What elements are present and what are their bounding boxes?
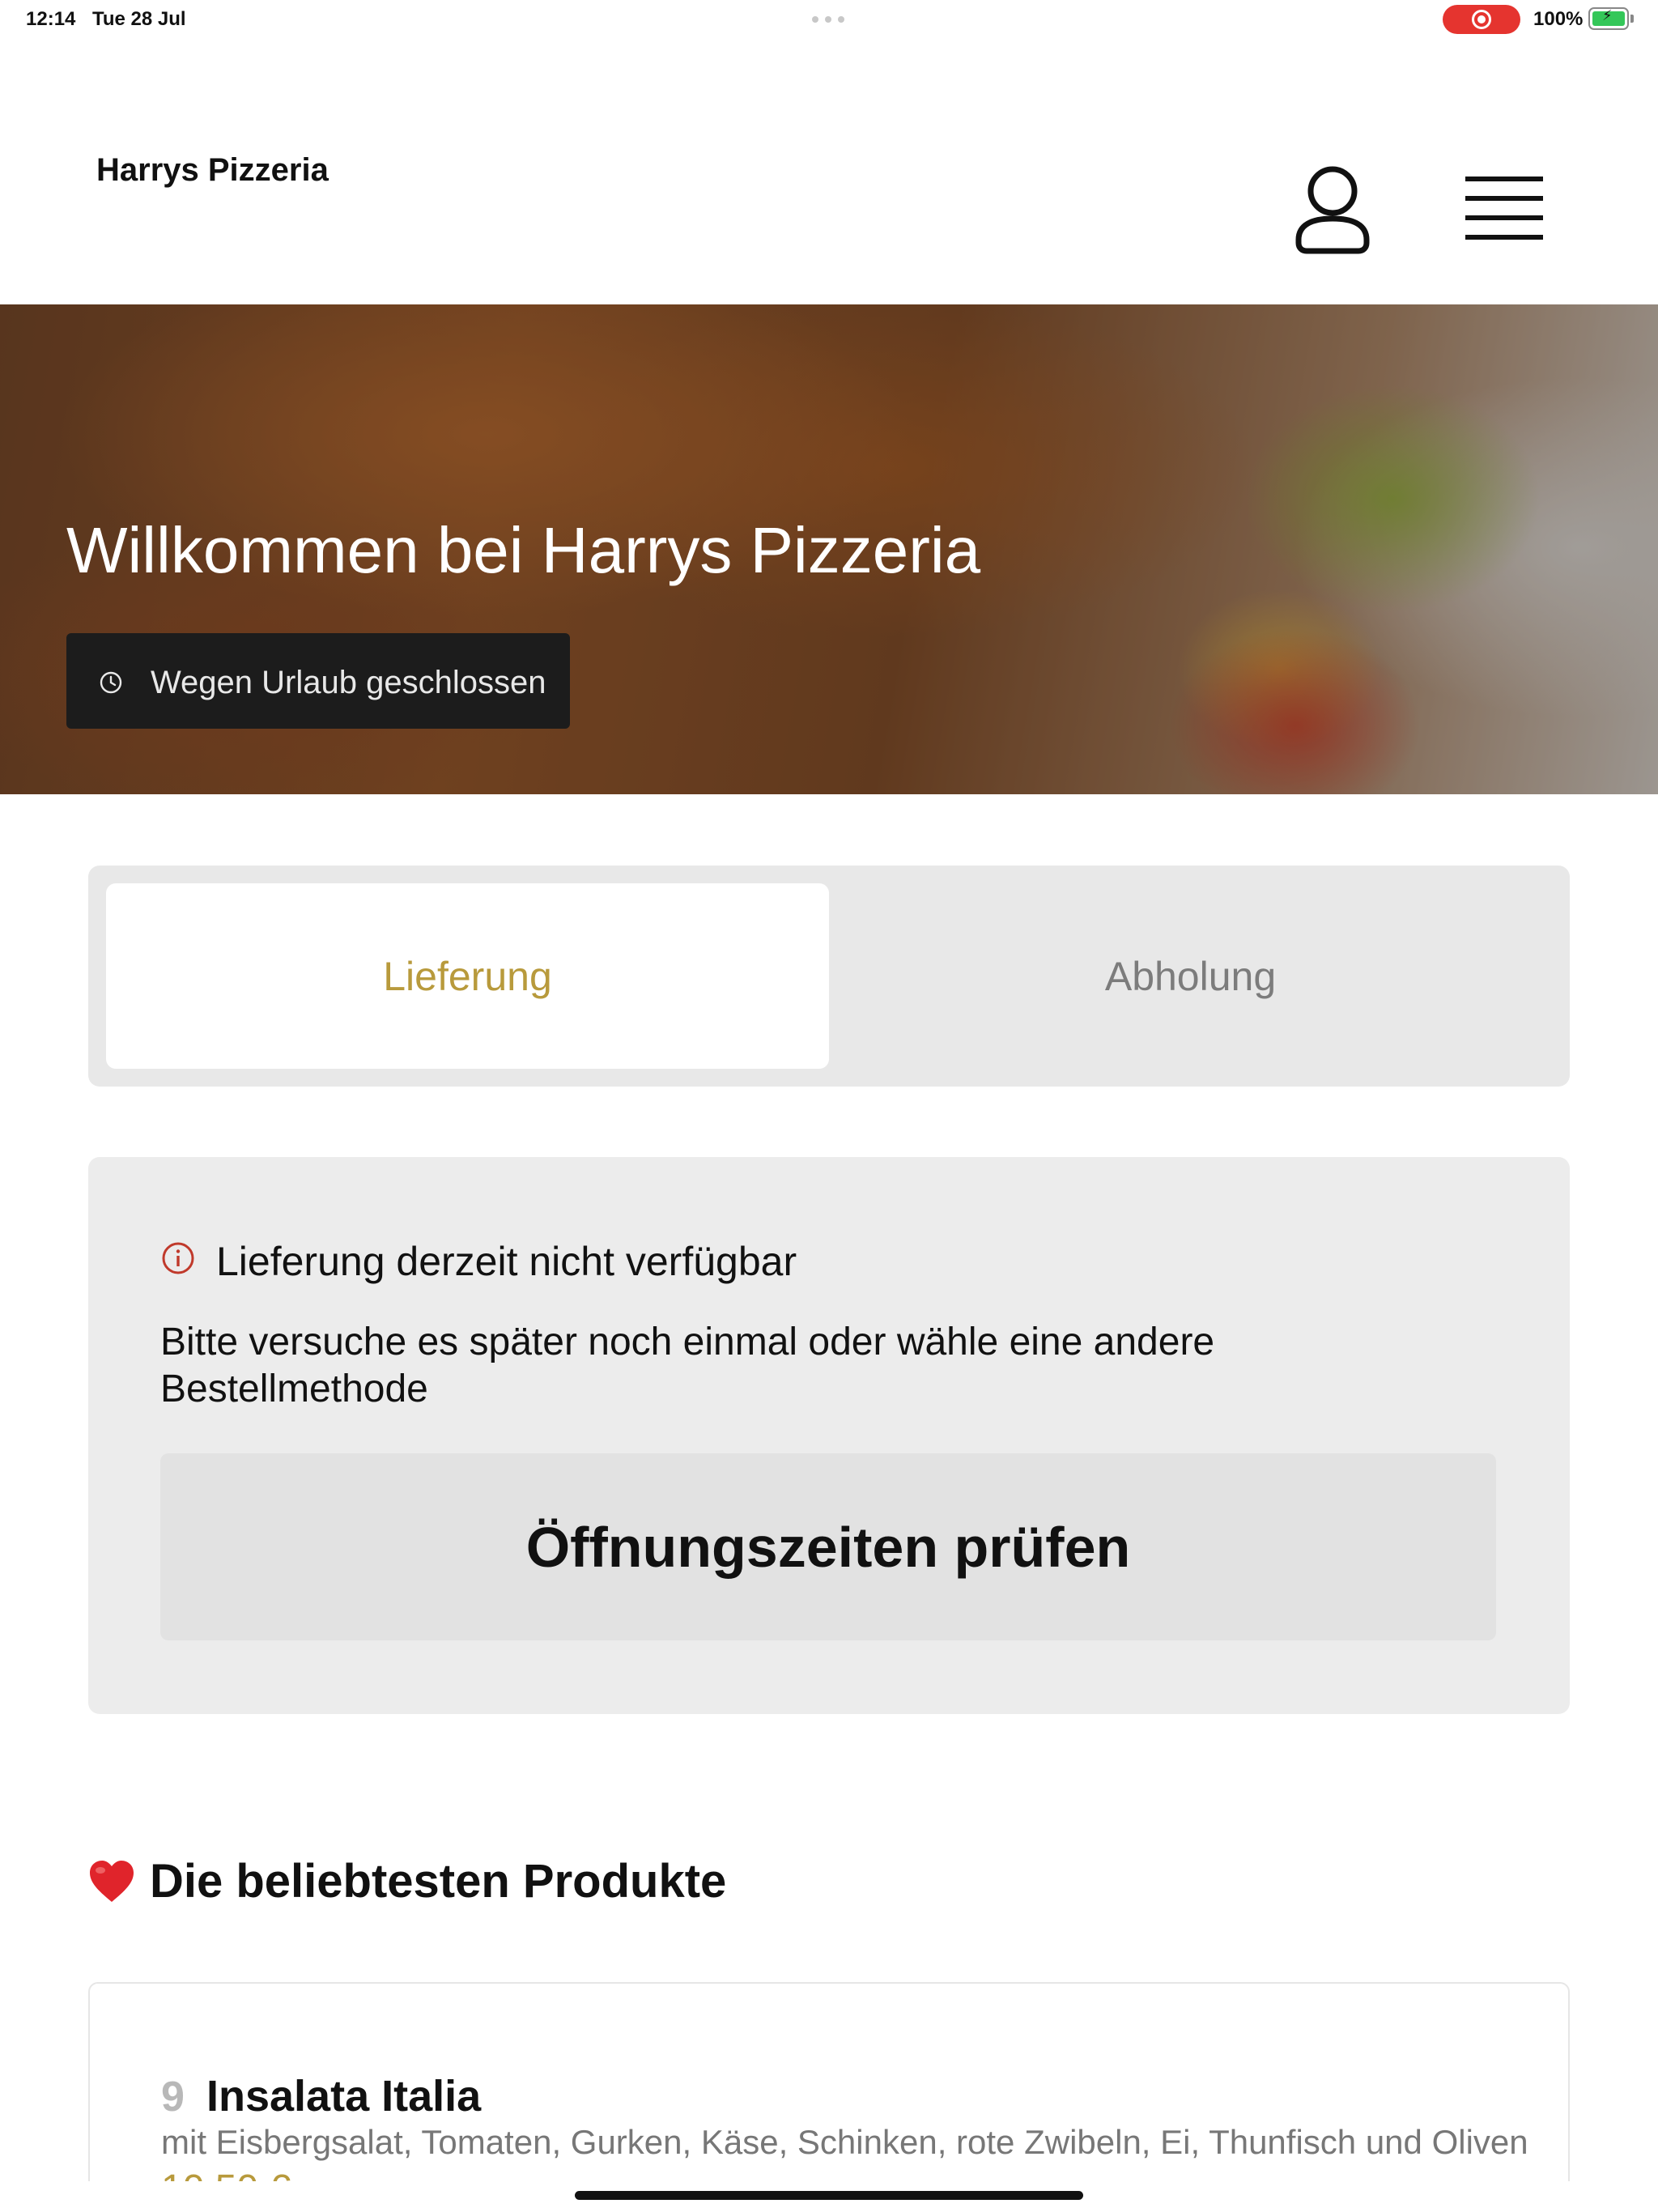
product-name: Insalata Italia	[206, 2072, 482, 2121]
check-opening-hours-button[interactable]: Öffnungszeiten prüfen	[160, 1453, 1496, 1640]
product-description: mit Eisbergsalat, Tomaten, Gurken, Käse,…	[161, 2123, 1528, 2161]
tab-pickup[interactable]: Abholung	[829, 883, 1552, 1069]
brand-name[interactable]: Harrys Pizzeria	[96, 152, 329, 189]
info-icon	[162, 1242, 194, 1274]
status-time: 12:14	[26, 8, 76, 30]
home-indicator[interactable]	[575, 2191, 1083, 2200]
hero-banner: Willkommen bei Harrys Pizzeria Wegen Url…	[0, 304, 1658, 794]
delivery-unavailable-notice: Lieferung derzeit nicht verfügbar Bitte …	[88, 1157, 1570, 1714]
status-badge: Wegen Urlaub geschlossen	[66, 633, 570, 729]
tab-delivery[interactable]: Lieferung	[106, 883, 829, 1069]
screen-recording-icon[interactable]	[1443, 5, 1520, 34]
status-badge-text: Wegen Urlaub geschlossen	[151, 665, 546, 700]
hero-title: Willkommen bei Harrys Pizzeria	[66, 514, 981, 586]
multitasking-dots-icon[interactable]	[812, 16, 844, 23]
heart-icon	[90, 1860, 134, 1902]
popular-products-title: Die beliebtesten Produkte	[150, 1855, 727, 1908]
user-icon	[1295, 166, 1370, 254]
notice-title: Lieferung derzeit nicht verfügbar	[216, 1239, 797, 1284]
app-content: 12:14 Tue 28 Jul 100% Harrys Pizzeria	[0, 0, 1658, 2181]
menu-icon	[1465, 177, 1543, 240]
app-header: Harrys Pizzeria	[0, 39, 1658, 304]
account-button[interactable]	[1292, 165, 1373, 256]
battery-percentage: 100%	[1533, 8, 1584, 30]
status-bar: 12:14 Tue 28 Jul 100%	[0, 0, 1658, 39]
product-number: 9	[161, 2074, 185, 2121]
battery-cap	[1630, 15, 1634, 23]
order-method-selector: Lieferung Abholung	[88, 866, 1570, 1087]
notice-body: Bitte versuche es später noch einmal ode…	[160, 1321, 1215, 1410]
popular-products-heading: Die beliebtesten Produkte	[88, 1854, 726, 1908]
status-date: Tue 28 Jul	[92, 8, 186, 30]
product-card[interactable]: 9 Insalata Italia mit Eisbergsalat, Toma…	[88, 1982, 1570, 2181]
menu-button[interactable]	[1464, 173, 1545, 246]
product-price: 10,50 €	[161, 2167, 291, 2181]
clock-icon	[100, 671, 122, 694]
battery-icon	[1588, 7, 1629, 30]
